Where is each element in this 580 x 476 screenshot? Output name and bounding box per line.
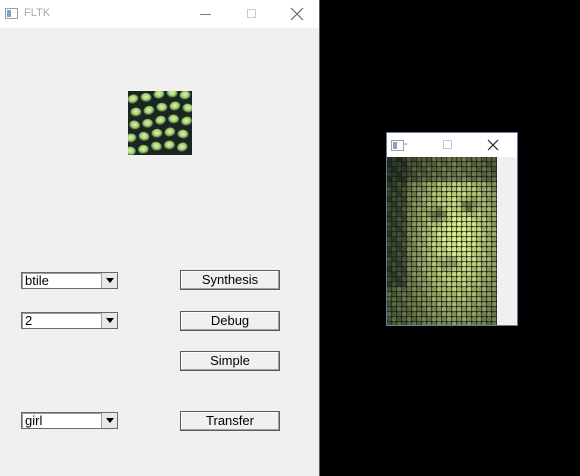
chevron-down-icon[interactable] bbox=[101, 313, 117, 328]
result-window-title: - bbox=[404, 138, 408, 150]
minimize-icon[interactable] bbox=[198, 6, 214, 22]
app-icon bbox=[391, 140, 404, 151]
target-choice[interactable]: girl bbox=[21, 412, 118, 429]
transfer-button[interactable]: Transfer bbox=[180, 411, 280, 431]
level-choice-value: 2 bbox=[25, 313, 33, 328]
close-icon[interactable] bbox=[289, 6, 305, 22]
chevron-down-icon[interactable] bbox=[101, 273, 117, 288]
result-window: - bbox=[386, 132, 518, 326]
result-titlebar[interactable]: - bbox=[387, 133, 517, 157]
synthesis-button[interactable]: Synthesis bbox=[180, 270, 280, 290]
window-title: FLTK bbox=[24, 7, 51, 19]
app-icon bbox=[5, 8, 18, 19]
texture-choice-value: btile bbox=[25, 273, 49, 288]
debug-button[interactable]: Debug bbox=[180, 311, 280, 331]
close-icon[interactable] bbox=[485, 137, 501, 153]
maximize-icon[interactable] bbox=[443, 140, 452, 149]
simple-button[interactable]: Simple bbox=[180, 351, 280, 371]
level-choice[interactable]: 2 bbox=[21, 312, 118, 329]
texture-thumbnail bbox=[128, 91, 192, 155]
texture-transfer-result bbox=[387, 157, 497, 325]
main-window: FLTK btile 2 girl Synthesis Debug Simple… bbox=[0, 0, 320, 476]
texture-choice[interactable]: btile bbox=[21, 272, 118, 289]
main-titlebar[interactable]: FLTK bbox=[0, 0, 319, 28]
chevron-down-icon[interactable] bbox=[101, 413, 117, 428]
maximize-icon[interactable] bbox=[244, 6, 260, 22]
target-choice-value: girl bbox=[25, 413, 43, 428]
